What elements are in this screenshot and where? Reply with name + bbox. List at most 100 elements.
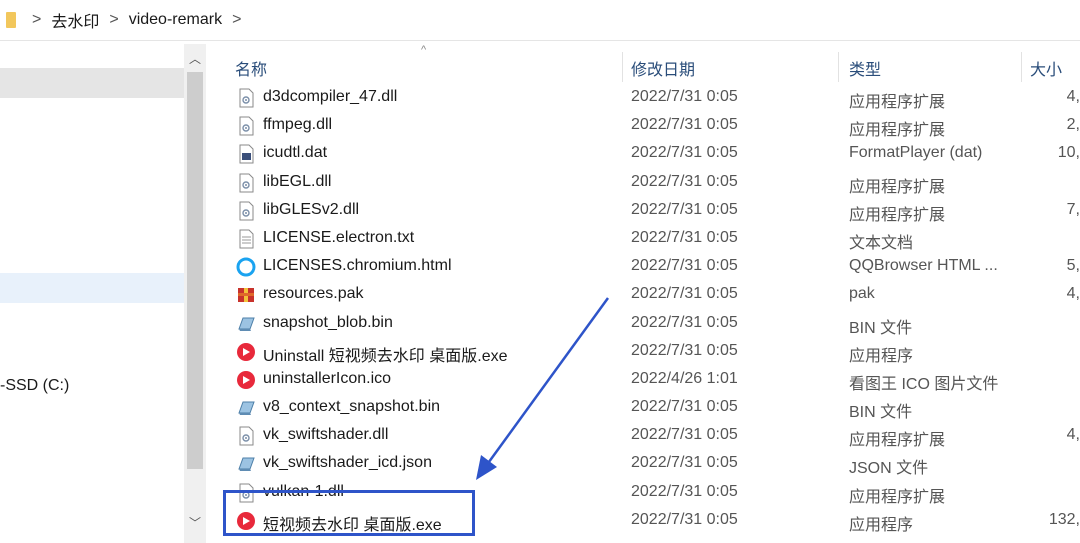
breadcrumb: > 去水印 > video-remark > (0, 0, 1080, 41)
file-row[interactable]: snapshot_blob.bin 2022/7/31 0:05 BIN 文件 (216, 310, 1080, 338)
column-divider[interactable] (622, 52, 623, 82)
dll-icon (236, 116, 256, 136)
column-divider[interactable] (1021, 52, 1022, 82)
file-row[interactable]: libGLESv2.dll 2022/7/31 0:05 应用程序扩展 7, (216, 197, 1080, 225)
file-modified-date: 2022/7/31 0:05 (631, 116, 738, 134)
file-type: 应用程序扩展 (849, 178, 946, 196)
column-header-size[interactable]: 大小 (1030, 56, 1062, 80)
file-name: ffmpeg.dll (263, 116, 333, 134)
nav-item-selected[interactable] (0, 68, 184, 98)
dll-icon (236, 426, 256, 446)
dll-icon (236, 173, 256, 193)
file-row[interactable]: ffmpeg.dll 2022/7/31 0:05 应用程序扩展 2, (216, 112, 1080, 140)
navigation-pane: -SSD (C:) (0, 44, 184, 543)
app-icon (236, 370, 256, 390)
file-name: LICENSE.electron.txt (263, 228, 415, 246)
nav-scrollbar[interactable]: ︿ ﹀ (184, 44, 206, 543)
file-name: icudtl.dat (263, 144, 328, 162)
file-list: ^ 名称 修改日期 类型 大小 d3dcompiler_47.dll 2022/7… (216, 44, 1080, 543)
file-name: v8_context_snapshot.bin (263, 398, 441, 416)
file-name: resources.pak (263, 285, 364, 303)
file-row[interactable]: vk_swiftshader.dll 2022/7/31 0:05 应用程序扩展 4, (216, 422, 1080, 450)
file-row[interactable]: d3dcompiler_47.dll 2022/7/31 0:05 应用程序扩展 4, (216, 84, 1080, 112)
chevron-right-icon[interactable]: > (109, 11, 118, 29)
file-row[interactable]: LICENSES.chromium.html 2022/7/31 0:05 QQBr… (216, 253, 1080, 281)
file-name: uninstallerIcon.ico (263, 369, 392, 387)
file-type: 看图王 ICO 图片文件 (849, 375, 999, 393)
file-type: BIN 文件 (849, 404, 913, 422)
file-row[interactable]: uninstallerIcon.ico 2022/4/26 1:01 看图王 ICO… (216, 366, 1080, 394)
chevron-right-icon[interactable]: > (32, 11, 41, 29)
file-row[interactable]: icudtl.dat 2022/7/31 0:05 FormatPlayer (da… (216, 140, 1080, 168)
file-type: BIN 文件 (849, 319, 913, 337)
nav-item-drive-c[interactable]: -SSD (C:) (0, 377, 69, 395)
file-modified-date: 2022/4/26 1:01 (631, 369, 738, 387)
archive-icon (236, 285, 256, 305)
file-modified-date: 2022/7/31 0:05 (631, 144, 738, 162)
column-header-name[interactable]: 名称 (235, 56, 267, 80)
file-row[interactable]: resources.pak 2022/7/31 0:05 pak 4, (216, 281, 1080, 309)
file-name: libEGL.dll (263, 172, 332, 190)
file-modified-date: 2022/7/31 0:05 (631, 285, 738, 303)
text-file-icon (236, 229, 256, 249)
file-modified-date: 2022/7/31 0:05 (631, 257, 738, 275)
file-modified-date: 2022/7/31 0:05 (631, 510, 738, 528)
file-name: LICENSES.chromium.html (263, 257, 452, 275)
file-explorer-window: > 去水印 > video-remark > -SSD (C:) ︿ ﹀ ^ 名… (0, 0, 1080, 543)
file-row[interactable]: Uninstall 短视频去水印 桌面版.exe 2022/7/31 0:05 应用… (216, 338, 1080, 366)
column-divider[interactable] (838, 52, 839, 82)
file-name: Uninstall 短视频去水印 桌面版.exe (263, 347, 508, 365)
dll-icon (236, 201, 256, 221)
file-size: 5, (1066, 257, 1080, 275)
scrollbar-thumb[interactable] (187, 72, 203, 469)
file-type: JSON 文件 (849, 460, 929, 478)
file-size: 4, (1066, 88, 1080, 105)
column-header-row: 名称 修改日期 类型 大小 (216, 52, 1080, 82)
media-file-icon (236, 144, 256, 164)
file-row[interactable]: v8_context_snapshot.bin 2022/7/31 0:05 BIN… (216, 394, 1080, 422)
folder-icon (6, 12, 16, 28)
file-modified-date: 2022/7/31 0:05 (631, 398, 738, 416)
file-type: 文本文档 (849, 234, 914, 252)
file-type: 应用程序扩展 (849, 488, 946, 506)
file-type: 应用程序扩展 (849, 432, 946, 450)
nav-item-hover[interactable] (0, 273, 184, 303)
file-row[interactable]: LICENSE.electron.txt 2022/7/31 0:05 文本文档 (216, 225, 1080, 253)
file-size: 132, (1048, 510, 1080, 528)
column-header-type[interactable]: 类型 (849, 56, 881, 80)
file-type: pak (849, 285, 875, 303)
file-modified-date: 2022/7/31 0:05 (631, 426, 738, 444)
file-modified-date: 2022/7/31 0:05 (631, 88, 738, 105)
file-name: vk_swiftshader.dll (263, 426, 389, 444)
file-type: 应用程序扩展 (849, 122, 946, 140)
breadcrumb-item-video-remark[interactable]: video-remark (129, 11, 222, 29)
file-type: FormatPlayer (dat) (849, 144, 983, 162)
file-modified-date: 2022/7/31 0:05 (631, 454, 738, 472)
file-size: 4, (1066, 285, 1080, 303)
file-rows: d3dcompiler_47.dll 2022/7/31 0:05 应用程序扩展 4,… (216, 84, 1080, 535)
bin-file-icon (236, 454, 256, 474)
bin-file-icon (236, 398, 256, 418)
file-size: 2, (1066, 116, 1080, 134)
file-type: 应用程序扩展 (849, 94, 946, 111)
breadcrumb-item-quwatermark[interactable]: 去水印 (51, 8, 99, 32)
bin-file-icon (236, 314, 256, 334)
file-row[interactable]: libEGL.dll 2022/7/31 0:05 应用程序扩展 (216, 169, 1080, 197)
file-type: QQBrowser HTML ... (849, 257, 998, 275)
scroll-down-icon[interactable]: ﹀ (184, 514, 206, 531)
file-size: 7, (1066, 200, 1080, 218)
file-name: vk_swiftshader_icd.json (263, 454, 432, 472)
app-icon (236, 342, 256, 362)
file-modified-date: 2022/7/31 0:05 (631, 341, 738, 359)
scroll-up-icon[interactable]: ︿ (184, 50, 206, 67)
file-type: 应用程序 (849, 516, 914, 534)
file-size: 4, (1066, 426, 1080, 444)
file-modified-date: 2022/7/31 0:05 (631, 200, 738, 218)
column-header-date[interactable]: 修改日期 (631, 56, 695, 80)
file-name: d3dcompiler_47.dll (263, 88, 398, 105)
file-name: snapshot_blob.bin (263, 313, 393, 331)
file-row[interactable]: vk_swiftshader_icd.json 2022/7/31 0:05 JSO… (216, 450, 1080, 478)
qqbrowser-icon (236, 257, 256, 277)
chevron-right-icon[interactable]: > (232, 11, 241, 29)
file-type: 应用程序扩展 (849, 206, 946, 224)
